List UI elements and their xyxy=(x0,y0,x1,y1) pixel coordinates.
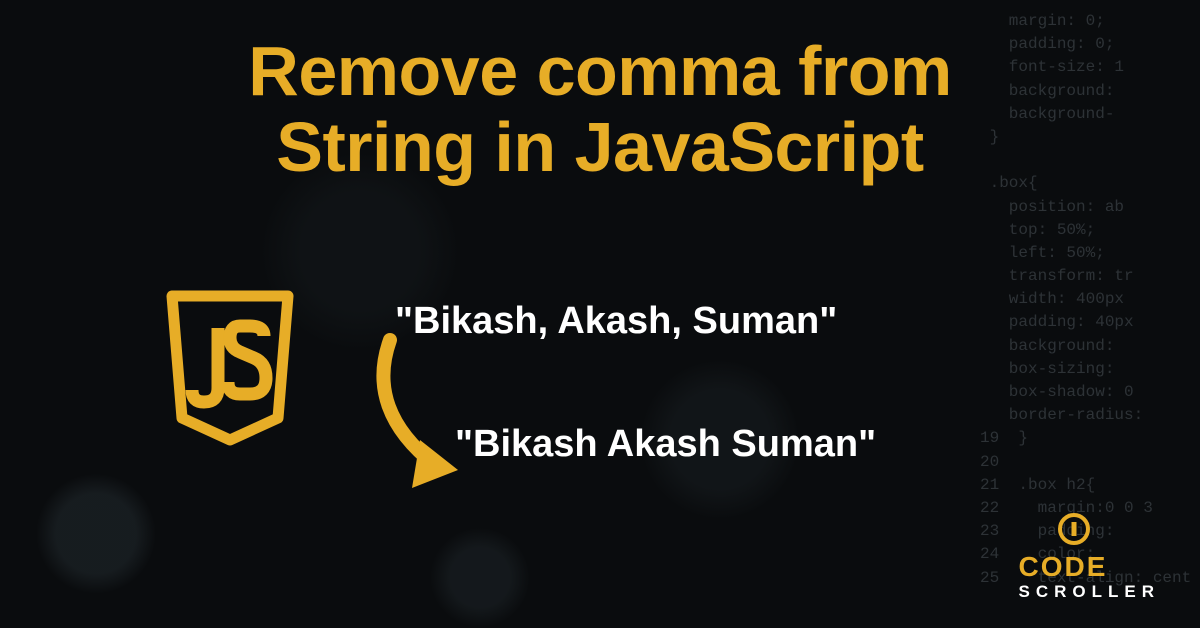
brand-word-code: CODE xyxy=(1019,553,1161,581)
page-title: Remove comma from String in JavaScript xyxy=(0,34,1200,185)
example-input-string: "Bikash, Akash, Suman" xyxy=(395,300,876,343)
brand-logo: CODE SCROLLER xyxy=(1019,512,1161,600)
brand-word-scroller: SCROLLER xyxy=(1019,583,1161,600)
javascript-shield-icon xyxy=(160,290,300,455)
brand-coin-icon xyxy=(1057,512,1161,551)
example-output-string: "Bikash Akash Suman" xyxy=(455,423,876,466)
title-line-2: String in JavaScript xyxy=(276,108,923,186)
example-block: "Bikash, Akash, Suman" "Bikash Akash Sum… xyxy=(395,300,876,466)
title-line-1: Remove comma from xyxy=(248,32,951,110)
